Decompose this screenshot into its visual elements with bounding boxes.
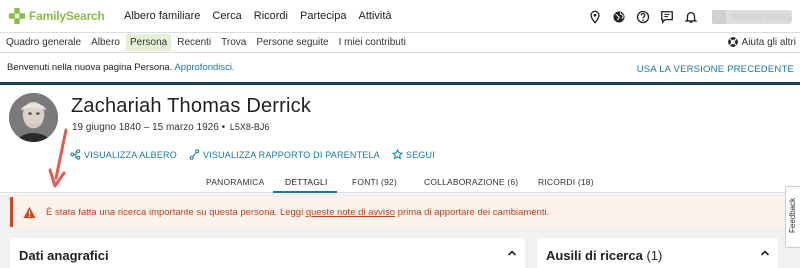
location-pin-icon[interactable] <box>584 6 606 28</box>
lifebuoy-icon <box>727 37 738 47</box>
view-relationship-button[interactable]: VISUALIZZA RAPPORTO DI PARENTELA <box>189 149 380 160</box>
tab-collaborate[interactable]: COLLABORAZIONE (6) <box>424 177 518 187</box>
person-meta: 19 giugno 1840 – 15 marzo 1926 • L5X8-BJ… <box>72 122 269 133</box>
nav-get-involved[interactable]: Partecipa <box>300 10 346 22</box>
tab-details[interactable]: DETTAGLI <box>285 177 328 187</box>
tab-overview[interactable]: PANORAMICA <box>206 177 265 187</box>
alert-text-before: È stata fatta una ricerca importante su … <box>46 206 304 218</box>
use-previous-version-link[interactable]: USA LA VERSIONE PRECEDENTE <box>637 64 794 75</box>
subnav-tree[interactable]: Albero <box>87 34 124 51</box>
subnav-person[interactable]: Persona <box>125 34 172 51</box>
view-relationship-label: VISUALIZZA RAPPORTO DI PARENTELA <box>202 149 380 160</box>
vitals-card: Dati anagrafici <box>10 238 525 268</box>
follow-label: SEGUI <box>405 149 435 160</box>
help-others-button[interactable]: Aiuta gli altri <box>727 36 796 48</box>
subnav-overview[interactable]: Quadro generale <box>2 34 85 51</box>
view-tree-label: VISUALIZZA ALBERO <box>84 149 177 160</box>
annotation-arrow-icon <box>48 128 68 188</box>
feedback-tab[interactable]: Feedback <box>785 186 800 248</box>
help-others-label: Aiuta gli altri <box>741 36 796 48</box>
bell-icon[interactable] <box>680 6 702 28</box>
welcome-banner: Benvenuti nella nuova pagina Persona. Ap… <box>0 53 800 85</box>
chevron-up-icon[interactable] <box>507 248 517 258</box>
subnav-following[interactable]: Persone seguite <box>252 34 332 51</box>
top-navigation-bar: FamilySearch Albero familiare Cerca Rico… <box>0 0 800 33</box>
subnav-recent[interactable]: Recenti <box>173 34 215 51</box>
person-name: Zachariah Thomas Derrick <box>71 95 312 117</box>
alert-text-after: prima di apportare dei cambiamenti. <box>397 206 550 218</box>
main-nav: Albero familiare Cerca Ricordi Partecipa… <box>124 10 404 22</box>
familysearch-logo[interactable]: FamilySearch <box>8 7 116 25</box>
logo-text: FamilySearch <box>29 9 105 23</box>
chevron-up-icon[interactable] <box>760 248 770 258</box>
view-tree-button[interactable]: VISUALIZZA ALBERO <box>70 149 177 160</box>
help-circle-icon[interactable] <box>632 6 654 28</box>
subnav-my-contributions[interactable]: I miei contributi <box>335 34 410 51</box>
nav-memories[interactable]: Ricordi <box>254 10 288 22</box>
globe-icon[interactable] <box>608 6 630 28</box>
subnav-find[interactable]: Trova <box>217 34 250 51</box>
user-menu[interactable]: Stefano Monks <box>712 10 792 24</box>
research-help-title-wrap: Ausili di ricerca (1) <box>546 248 662 263</box>
feedback-label: Feedback <box>788 197 797 233</box>
person-id[interactable]: L5X8-BJ6 <box>230 122 270 132</box>
avatar <box>712 10 726 24</box>
alert-text: È stata fatta una ricerca importante su … <box>46 207 549 218</box>
user-name: Stefano Monks <box>731 12 792 22</box>
nav-family-tree[interactable]: Albero familiare <box>124 10 200 22</box>
tab-memories[interactable]: RICORDI (18) <box>538 177 594 187</box>
person-lifespan: 19 giugno 1840 – 15 marzo 1926 <box>72 122 219 133</box>
alert-notes-link[interactable]: queste note di avviso <box>306 207 395 218</box>
relationship-icon <box>189 149 200 160</box>
nav-activities[interactable]: Attività <box>358 10 391 22</box>
welcome-text: Benvenuti nella nuova pagina Persona. <box>7 62 173 73</box>
learn-more-link[interactable]: Approfondisci. <box>174 62 234 73</box>
research-help-card: Ausili di ricerca (1) <box>537 238 778 268</box>
vitals-card-title: Dati anagrafici <box>19 248 109 263</box>
welcome-message: Benvenuti nella nuova pagina Persona. Ap… <box>7 62 235 73</box>
tree-logo-icon <box>8 7 26 25</box>
research-alert: È stata fatta una ricerca importante su … <box>10 197 785 227</box>
person-tabs: PANORAMICA DETTAGLI FONTI (92) COLLABORA… <box>0 171 800 193</box>
secondary-nav: Quadro generale Albero Persona Recenti T… <box>0 33 800 53</box>
top-icons: Stefano Monks <box>582 6 792 28</box>
follow-button[interactable]: SEGUI <box>391 149 435 160</box>
research-help-count: (1) <box>646 248 663 263</box>
nav-search[interactable]: Cerca <box>212 10 241 22</box>
star-icon <box>391 149 403 160</box>
tab-sources[interactable]: FONTI (92) <box>352 177 397 187</box>
meta-separator: • <box>221 122 226 133</box>
chat-icon[interactable] <box>656 6 678 28</box>
active-tab-indicator <box>273 191 337 193</box>
person-actions: VISUALIZZA ALBERO VISUALIZZA RAPPORTO DI… <box>70 149 447 160</box>
warning-icon <box>23 206 36 218</box>
research-help-title: Ausili di ricerca <box>546 248 643 263</box>
